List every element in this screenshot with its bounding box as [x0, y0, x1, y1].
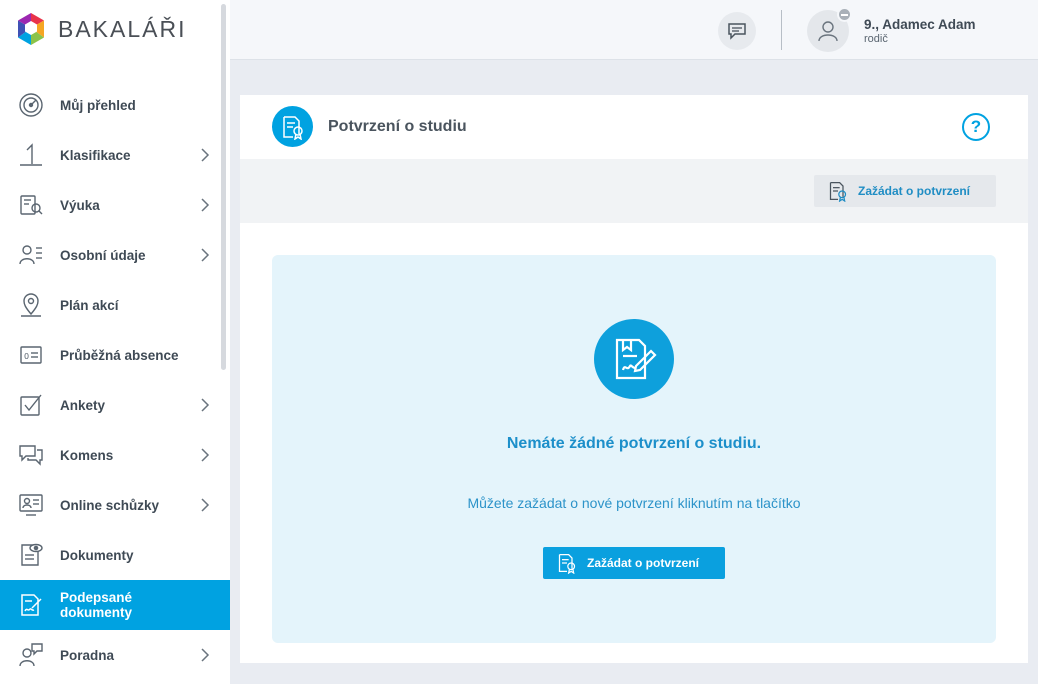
- toolbar: Zažádat o potvrzení: [240, 159, 1028, 223]
- brand-name: BAKALÁŘI: [58, 15, 187, 42]
- sidebar-item-plan-akci[interactable]: Plán akcí: [0, 280, 230, 330]
- sidebar-nav: Můj přehled Klasifikace Výuka Osobní úda…: [0, 80, 230, 680]
- message-bubble-icon: [728, 23, 746, 40]
- page-title: Potvrzení o studiu: [328, 118, 467, 135]
- document-eye-icon: [18, 542, 44, 568]
- sidebar-item-label: Ankety: [60, 397, 106, 413]
- person-card-icon: [18, 242, 44, 268]
- bakalari-logo-icon: [18, 13, 44, 45]
- chevron-right-icon: [201, 248, 210, 262]
- grade-one-icon: [18, 142, 44, 168]
- chevron-right-icon: [201, 498, 210, 512]
- chevron-right-icon: [201, 648, 210, 662]
- book-search-icon: [18, 192, 44, 218]
- brand-logo[interactable]: BAKALÁŘI: [16, 12, 187, 46]
- svg-text:0: 0: [24, 352, 29, 361]
- sidebar-item-vyuka[interactable]: Výuka: [0, 180, 230, 230]
- sidebar-item-prubezna-absence[interactable]: 0 Průběžná absence: [0, 330, 230, 380]
- sidebar-item-osobni-udaje[interactable]: Osobní údaje: [0, 230, 230, 280]
- top-header: 9., Adamec Adam rodič: [230, 0, 1038, 60]
- request-certificate-toolbar-button[interactable]: Zažádat o potvrzení: [814, 175, 996, 207]
- sidebar-item-label: Můj přehled: [60, 97, 136, 113]
- button-label: Zažádat o potvrzení: [858, 184, 971, 198]
- sidebar-item-label: Dokumenty: [60, 547, 134, 563]
- sidebar-item-label: Komens: [60, 447, 114, 463]
- sidebar-item-label: Výuka: [60, 197, 100, 213]
- chevron-right-icon: [201, 148, 210, 162]
- sidebar-item-label: Klasifikace: [60, 147, 131, 163]
- map-pin-icon: [18, 292, 44, 318]
- sidebar-item-label: Online schůzky: [60, 497, 160, 513]
- main-card: Potvrzení o studiu ? Zažádat o potvrzení…: [240, 95, 1028, 663]
- certificate-document-icon: [829, 182, 847, 202]
- certificate-document-icon: [272, 106, 313, 147]
- chevron-right-icon: [201, 398, 210, 412]
- request-certificate-button[interactable]: Zažádat o potvrzení: [543, 547, 725, 579]
- sidebar-item-label: Poradna: [60, 647, 115, 663]
- sidebar-item-dokumenty[interactable]: Dokumenty: [0, 530, 230, 580]
- sidebar-item-label: Průběžná absence: [60, 347, 179, 363]
- sidebar: BAKALÁŘI Můj přehled Klasifikace Výuka O…: [0, 0, 230, 684]
- dashboard-gauge-icon: [18, 92, 44, 118]
- signed-document-icon: [18, 592, 44, 618]
- signed-document-icon: [594, 319, 674, 399]
- sidebar-item-label: Plán akcí: [60, 297, 119, 313]
- empty-state: Nemáte žádné potvrzení o studiu. Můžete …: [272, 255, 996, 643]
- header-divider: [781, 10, 782, 50]
- help-button[interactable]: ?: [962, 113, 990, 141]
- user-name[interactable]: 9., Adamec Adam: [864, 17, 976, 32]
- sidebar-item-online-schuzky[interactable]: Online schůzky: [0, 480, 230, 530]
- sidebar-item-klasifikace[interactable]: Klasifikace: [0, 130, 230, 180]
- chat-bubbles-icon: [18, 442, 44, 468]
- sidebar-item-komens[interactable]: Komens: [0, 430, 230, 480]
- checkbox-icon: [18, 392, 44, 418]
- sidebar-item-poradna[interactable]: Poradna: [0, 630, 230, 680]
- button-label: Zažádat o potvrzení: [587, 556, 700, 570]
- sidebar-item-podepsane-dokumenty[interactable]: Podepsané dokumenty: [0, 580, 230, 630]
- counseling-icon: [18, 642, 44, 668]
- status-badge-icon: [837, 7, 852, 22]
- empty-state-title: Nemáte žádné potvrzení o studiu.: [506, 435, 762, 452]
- sidebar-item-ankety[interactable]: Ankety: [0, 380, 230, 430]
- certificate-document-icon: [558, 554, 576, 574]
- chevron-right-icon: [201, 448, 210, 462]
- absence-card-icon: 0: [18, 342, 44, 368]
- messages-button[interactable]: [718, 12, 756, 50]
- sidebar-item-muj-prehled[interactable]: Můj přehled: [0, 80, 230, 130]
- user-icon: [818, 21, 838, 42]
- empty-state-subtitle: Můžete zažádat o nové potvrzení kliknutí…: [467, 495, 801, 511]
- page-header: Potvrzení o studiu ?: [240, 95, 1028, 159]
- video-meeting-icon: [18, 492, 44, 518]
- sidebar-item-label: Osobní údaje: [60, 247, 146, 263]
- user-role: rodič: [864, 33, 888, 45]
- chevron-right-icon: [201, 198, 210, 212]
- sidebar-item-label: Podepsané dokumenty: [60, 590, 133, 620]
